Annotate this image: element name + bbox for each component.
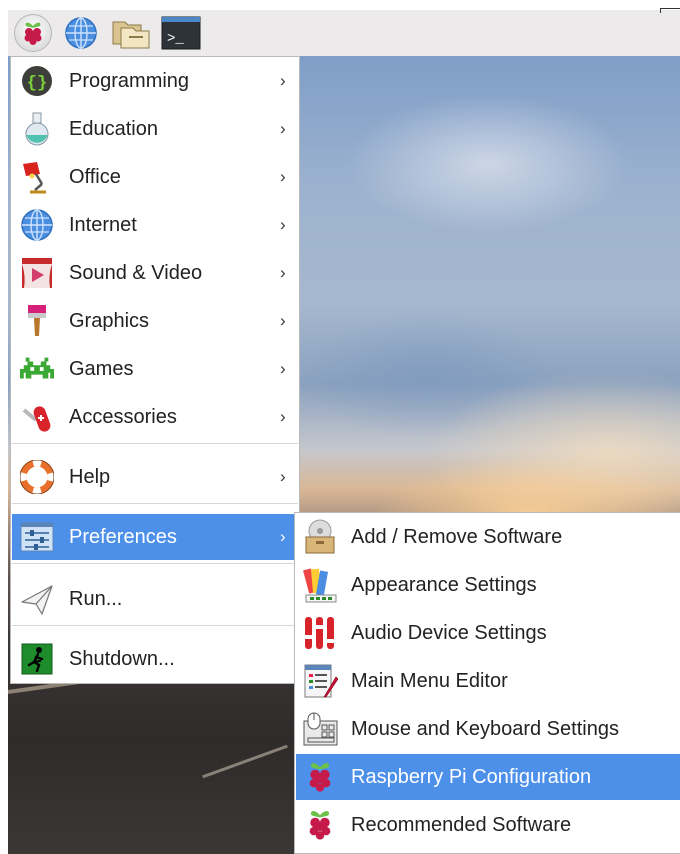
chevron-right-icon: › xyxy=(280,359,286,378)
lifebuoy-icon xyxy=(20,460,54,494)
submenu-item-appearance-settings[interactable]: Appearance Settings xyxy=(296,562,680,608)
chevron-right-icon: › xyxy=(280,119,286,138)
chevron-right-icon: › xyxy=(280,407,286,426)
menu-item-help[interactable]: Help › xyxy=(12,454,298,500)
main-menu: {} Programming › Education › Office › In… xyxy=(10,56,300,684)
file-manager-button[interactable] xyxy=(112,14,150,52)
submenu-item-label: Audio Device Settings xyxy=(351,621,547,644)
menu-separator xyxy=(12,443,298,444)
submenu-item-label: Recommended Software xyxy=(351,813,572,836)
menu-item-label: Games xyxy=(69,357,134,380)
submenu-item-raspberry-pi-configuration[interactable]: Raspberry Pi Configuration xyxy=(296,754,680,800)
svg-text:>_: >_ xyxy=(167,31,184,47)
menu-item-accessories[interactable]: Accessories › xyxy=(12,394,298,440)
menu-item-label: Internet xyxy=(69,213,137,236)
submenu-item-label: Appearance Settings xyxy=(351,573,537,596)
raspberry-icon xyxy=(302,759,338,795)
submenu-item-label: Main Menu Editor xyxy=(351,669,508,692)
submenu-item-label: Add / Remove Software xyxy=(351,525,563,548)
chevron-right-icon: › xyxy=(280,467,286,486)
menu-item-label: Education xyxy=(69,117,158,140)
menu-item-label: Shutdown... xyxy=(69,647,175,670)
raspberry-icon xyxy=(302,807,338,843)
submenu-item-label: Raspberry Pi Configuration xyxy=(351,765,592,788)
menu-editor-icon xyxy=(302,663,338,699)
chevron-right-icon: › xyxy=(280,167,286,186)
menu-item-label: Preferences xyxy=(69,525,177,548)
flask-icon xyxy=(20,112,54,146)
submenu-item-mouse-keyboard-settings[interactable]: Mouse and Keyboard Settings xyxy=(296,706,680,752)
chevron-right-icon: › xyxy=(280,311,286,330)
folder-icon xyxy=(111,16,151,50)
palette-icon xyxy=(302,567,338,603)
menu-item-graphics[interactable]: Graphics › xyxy=(12,298,298,344)
paintbrush-icon xyxy=(20,304,54,338)
menu-item-internet[interactable]: Internet › xyxy=(12,202,298,248)
menu-item-label: Graphics xyxy=(69,309,150,332)
space-invader-icon xyxy=(20,352,54,386)
terminal-button[interactable]: >_ xyxy=(161,14,201,52)
globe-icon xyxy=(20,208,54,242)
keyboard-mouse-icon xyxy=(302,711,338,747)
menu-item-label: Office xyxy=(69,165,121,188)
menu-item-run[interactable]: Run... xyxy=(12,576,298,622)
submenu-item-main-menu-editor[interactable]: Main Menu Editor xyxy=(296,658,680,704)
menu-item-preferences[interactable]: Preferences › xyxy=(12,514,298,560)
menu-item-label: Programming xyxy=(69,69,190,92)
swiss-knife-icon xyxy=(20,400,54,434)
menu-item-office[interactable]: Office › xyxy=(12,154,298,200)
menu-item-label: Help xyxy=(69,465,111,488)
globe-icon xyxy=(64,16,98,50)
code-braces-icon: {} xyxy=(20,64,54,98)
top-panel: >_ xyxy=(8,10,680,56)
chevron-right-icon: › xyxy=(280,527,286,546)
package-icon xyxy=(302,519,338,555)
submenu-item-label: Mouse and Keyboard Settings xyxy=(351,717,619,740)
menu-separator xyxy=(12,625,298,626)
menu-item-education[interactable]: Education › xyxy=(12,106,298,152)
theater-icon xyxy=(20,256,54,290)
menu-item-label: Sound & Video xyxy=(69,261,203,284)
terminal-icon: >_ xyxy=(161,16,201,50)
chevron-right-icon: › xyxy=(280,263,286,282)
menu-item-label: Run... xyxy=(69,587,123,610)
menu-item-sound-video[interactable]: Sound & Video › xyxy=(12,250,298,296)
menu-item-games[interactable]: Games › xyxy=(12,346,298,392)
menu-separator xyxy=(12,503,298,504)
chevron-right-icon: › xyxy=(280,71,286,90)
mixer-icon xyxy=(302,615,338,651)
raspberry-icon xyxy=(14,14,52,52)
menu-item-shutdown[interactable]: Shutdown... xyxy=(12,636,298,682)
paper-plane-icon xyxy=(20,582,54,616)
chevron-right-icon: › xyxy=(280,215,286,234)
submenu-item-audio-device-settings[interactable]: Audio Device Settings xyxy=(296,610,680,656)
raspberry-menu-button[interactable] xyxy=(14,14,52,52)
exit-icon xyxy=(20,642,54,676)
panel-edge xyxy=(660,8,680,13)
menu-item-label: Accessories xyxy=(69,405,177,428)
sliders-icon xyxy=(20,520,54,554)
menu-separator xyxy=(12,563,298,564)
desk-lamp-icon xyxy=(20,160,54,194)
submenu-item-recommended-software[interactable]: Recommended Software xyxy=(296,802,680,848)
web-browser-button[interactable] xyxy=(62,14,100,52)
preferences-submenu: Add / Remove Software Appearance Setting… xyxy=(294,512,680,854)
svg-text:{}: {} xyxy=(27,74,47,93)
menu-item-programming[interactable]: {} Programming › xyxy=(12,58,298,104)
submenu-item-add-remove-software[interactable]: Add / Remove Software xyxy=(296,514,680,560)
